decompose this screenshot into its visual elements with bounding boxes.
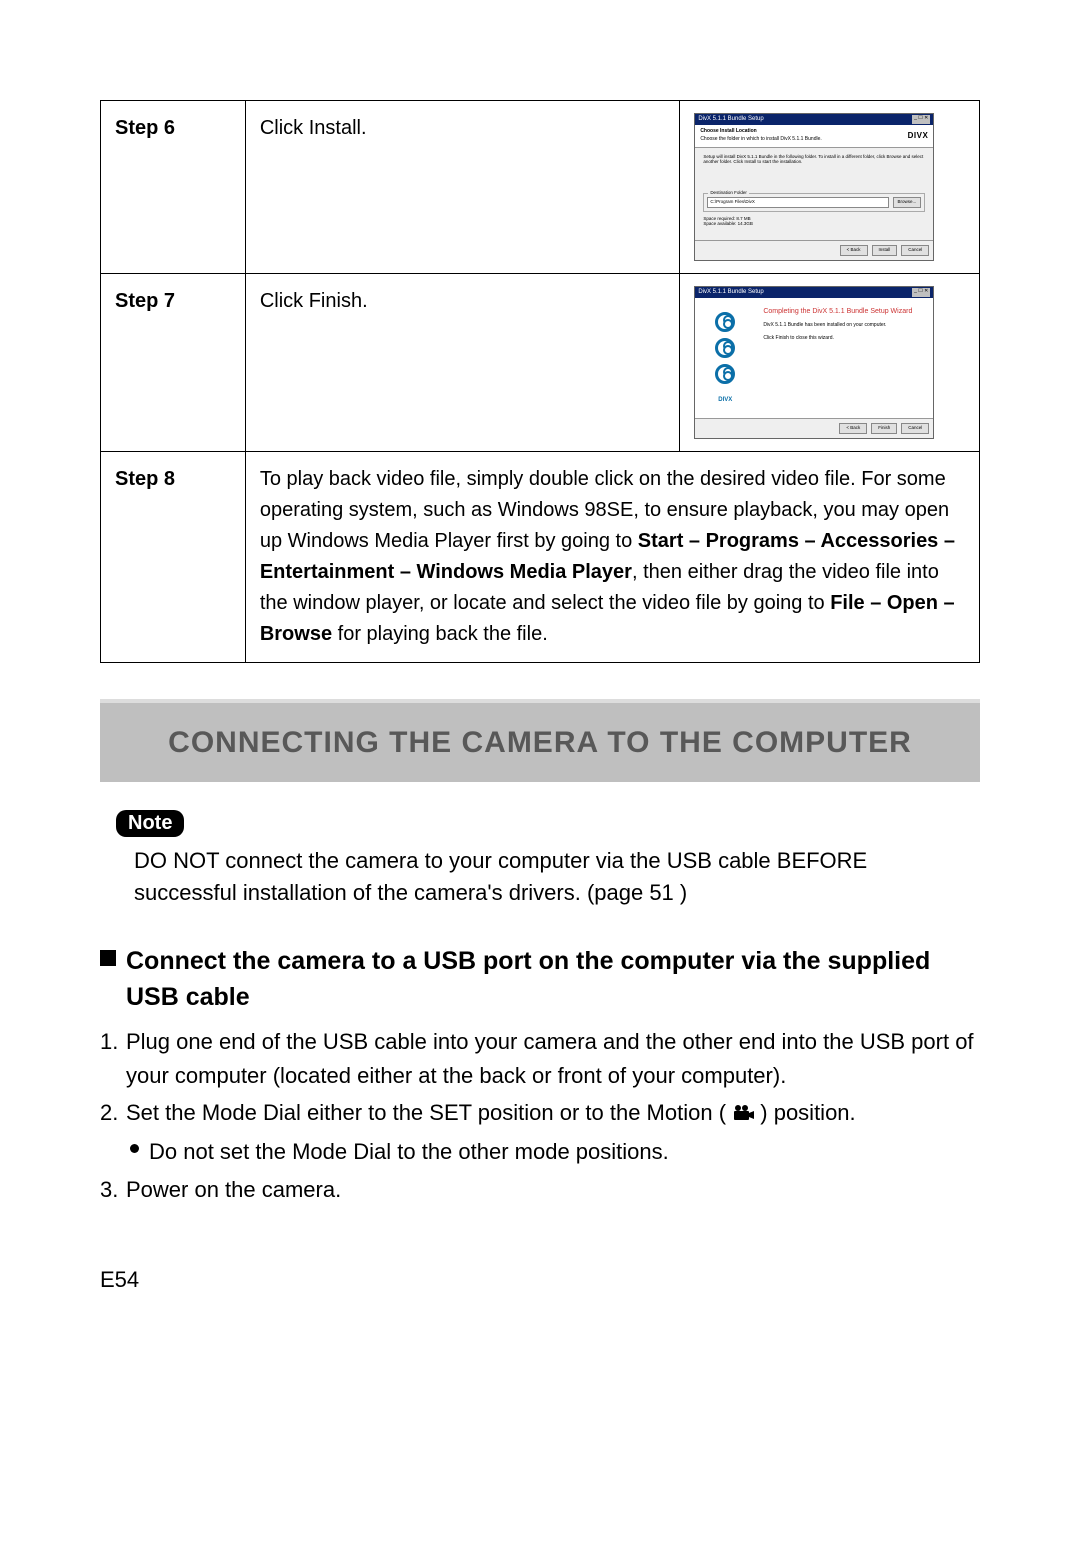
dot-bullet-icon [130, 1144, 139, 1153]
installer-footer: < Back Install Cancel [695, 240, 933, 260]
installer-window-finish: DivX 5.1.1 Bundle Setup _ ☐ ✕ DIVX Compl… [694, 286, 934, 439]
browse-button: Browse... [893, 197, 922, 208]
installer-title-text: DivX 5.1.1 Bundle Setup [698, 115, 763, 124]
install-button: Install [872, 245, 898, 256]
space-available: Space available: 14.3GB [703, 221, 925, 226]
step8-part3: for playing back the file. [332, 623, 548, 645]
finish-body: DIVX Completing the DivX 5.1.1 Bundle Se… [695, 298, 933, 418]
item-number: 1. [100, 1025, 126, 1093]
step-7-row: Step 7 Click Finish. DivX 5.1.1 Bundle S… [101, 273, 980, 451]
step7-label: Step 7 [101, 273, 246, 451]
list-item-1: 1. Plug one end of the USB cable into yo… [100, 1025, 980, 1093]
step-6-row: Step 6 Click Install. DivX 5.1.1 Bundle … [101, 101, 980, 274]
motion-camera-icon [732, 1097, 754, 1131]
item2-text-b: ) position. [760, 1100, 855, 1125]
subheading-row: Connect the camera to a USB port on the … [100, 943, 980, 1016]
item-number: 2. [100, 1096, 126, 1131]
back-button: < Back [840, 245, 868, 256]
step7-content: Click Finish. [245, 273, 679, 451]
installer-header-title: Choose Install Location [700, 128, 821, 136]
step8-content: To play back video file, simply double c… [245, 452, 979, 663]
film-reel-icon [715, 338, 735, 358]
installer-header: Choose Install Location Choose the folde… [695, 125, 933, 148]
sub-bullet-text: Do not set the Mode Dial to the other mo… [149, 1135, 669, 1169]
installer-header-sub: Choose the folder in which to install Di… [700, 136, 821, 144]
step6-screenshot: DivX 5.1.1 Bundle Setup _ ☐ ✕ Choose Ins… [680, 101, 980, 274]
subheading-text: Connect the camera to a USB port on the … [126, 943, 980, 1016]
divx-logo: DIVX [908, 130, 929, 142]
page-number: E54 [100, 1267, 980, 1293]
back-button: < Back [839, 423, 867, 434]
square-bullet-icon [100, 950, 116, 966]
installer-footer: < Back Finish Cancel [695, 418, 933, 438]
finish-text-panel: Completing the DivX 5.1.1 Bundle Setup W… [755, 298, 933, 418]
note-badge: Note [116, 810, 184, 837]
item-number: 3. [100, 1173, 126, 1207]
installer-body: Setup will install DivX 5.1.1 Bundle in … [695, 148, 933, 240]
list-item-3: 3. Power on the camera. [100, 1173, 980, 1207]
installer-titlebar: DivX 5.1.1 Bundle Setup _ ☐ ✕ [695, 287, 933, 298]
step8-label: Step 8 [101, 452, 246, 663]
item-text: Set the Mode Dial either to the SET posi… [126, 1096, 980, 1131]
list-item-2: 2. Set the Mode Dial either to the SET p… [100, 1096, 980, 1131]
finish-desc2: Click Finish to close this wizard. [763, 335, 925, 342]
step6-content: Click Install. [245, 101, 679, 274]
window-control-icons: _ ☐ ✕ [912, 115, 930, 124]
finish-graphic: DIVX [695, 298, 755, 418]
destination-fieldset: Destination Folder C:\Program Files\DivX… [703, 193, 925, 212]
step6-label: Step 6 [101, 101, 246, 274]
divx-brand-text: DIVX [718, 396, 732, 405]
finish-button: Finish [871, 423, 897, 434]
step7-screenshot: DivX 5.1.1 Bundle Setup _ ☐ ✕ DIVX Compl… [680, 273, 980, 451]
installer-titlebar: DivX 5.1.1 Bundle Setup _ ☐ ✕ [695, 114, 933, 125]
cancel-button: Cancel [901, 245, 929, 256]
window-control-icons: _ ☐ ✕ [912, 288, 930, 297]
path-input: C:\Program Files\DivX [707, 197, 888, 208]
space-info: Space required: 8.7 MB Space available: … [703, 216, 925, 227]
installer-desc: Setup will install DivX 5.1.1 Bundle in … [703, 154, 925, 165]
fieldset-legend: Destination Folder [708, 190, 749, 197]
installer-title-text: DivX 5.1.1 Bundle Setup [698, 288, 763, 297]
item-text: Power on the camera. [126, 1173, 980, 1207]
film-reel-icon [715, 364, 735, 384]
item2-text-a: Set the Mode Dial either to the SET posi… [126, 1100, 732, 1125]
note-text: DO NOT connect the camera to your comput… [134, 845, 966, 909]
section-heading: CONNECTING THE CAMERA TO THE COMPUTER [100, 699, 980, 782]
installer-window-install: DivX 5.1.1 Bundle Setup _ ☐ ✕ Choose Ins… [694, 113, 934, 261]
list-item-2-sub: Do not set the Mode Dial to the other mo… [130, 1135, 980, 1169]
cancel-button: Cancel [901, 423, 929, 434]
item-text: Plug one end of the USB cable into your … [126, 1025, 980, 1093]
film-reel-icon [715, 312, 735, 332]
steps-table: Step 6 Click Install. DivX 5.1.1 Bundle … [100, 100, 980, 663]
finish-desc1: DivX 5.1.1 Bundle has been installed on … [763, 322, 925, 329]
finish-title: Completing the DivX 5.1.1 Bundle Setup W… [763, 308, 925, 316]
step-8-row: Step 8 To play back video file, simply d… [101, 452, 980, 663]
numbered-list: 1. Plug one end of the USB cable into yo… [100, 1025, 980, 1207]
